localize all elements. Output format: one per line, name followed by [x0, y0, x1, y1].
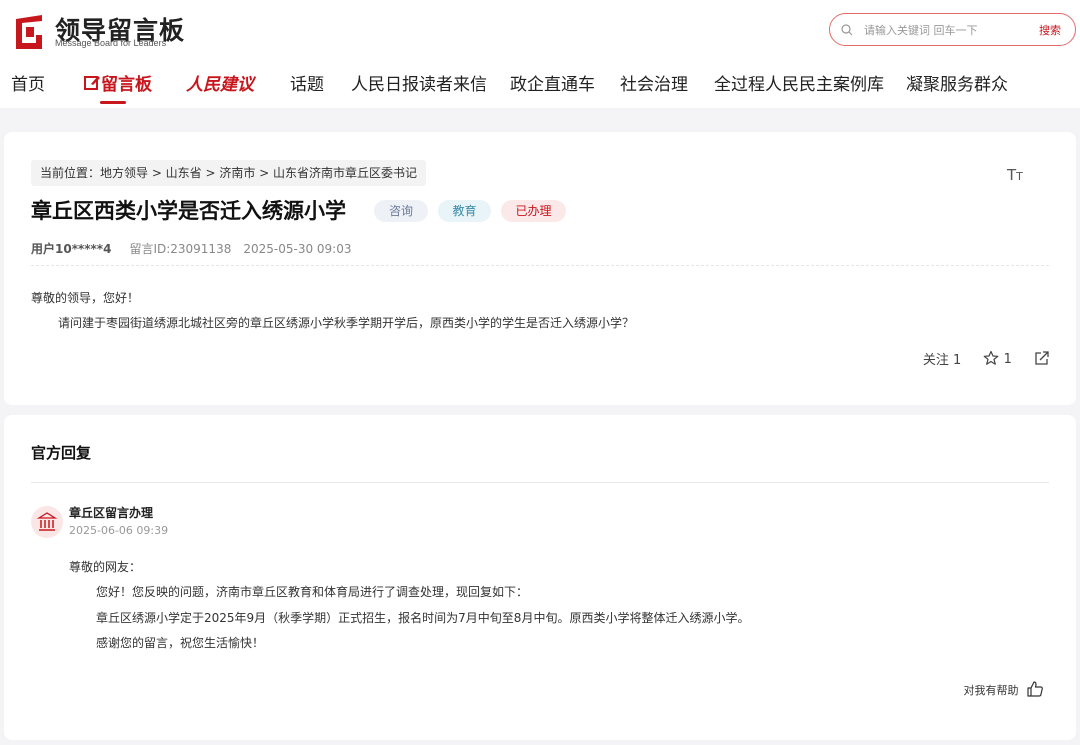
- nav-item-readers-letters[interactable]: 人民日报读者来信: [351, 70, 487, 95]
- search-icon: [841, 24, 853, 36]
- share-icon: [1035, 351, 1049, 365]
- tag-type: 咨询: [374, 200, 428, 222]
- reply-paragraph: 章丘区绣源小学定于2025年9月（秋季学期）正式招生，报名时间为7月中旬至8月中…: [96, 611, 750, 625]
- avatar: [31, 506, 63, 538]
- main-nav: 首页 留言板 人民建议 话题 人民日报读者来信 政企直通车 社会治理 全过程人民…: [0, 70, 1080, 104]
- divider: [31, 265, 1049, 266]
- star-count: 1: [1003, 352, 1012, 367]
- message-user: 用户10*****4: [31, 242, 112, 256]
- logo-subtitle: Message Board for Leaders: [55, 38, 167, 48]
- follow-button[interactable]: 关注 1: [923, 349, 961, 368]
- site-logo[interactable]: 领导留言板 Message Board for Leaders: [12, 12, 187, 52]
- nav-item-label: 留言板: [101, 75, 152, 95]
- edit-icon: [84, 76, 100, 90]
- message-meta: 用户10*****4 留言ID:23091138 2025-05-30 09:03: [31, 240, 351, 257]
- reply-datetime: 2025-06-06 09:39: [69, 524, 169, 537]
- reply-salutation: 尊敬的网友：: [69, 560, 142, 574]
- divider: [31, 482, 1049, 483]
- reply-org-name: 章丘区留言办理: [69, 506, 154, 520]
- nav-item-topics[interactable]: 话题: [290, 70, 324, 95]
- search-input[interactable]: [864, 21, 1034, 39]
- reply-card: 官方回复 章丘区留言办理 2025-06-06 09:39 尊敬的网友： 您好！…: [4, 415, 1076, 740]
- share-button[interactable]: [1034, 350, 1050, 367]
- logo-mark-icon: [16, 15, 42, 49]
- nav-item-people-suggestion[interactable]: 人民建议: [186, 70, 254, 95]
- message-body: 请问建于枣园街道绣源北城社区旁的章丘区绣源小学秋季学期开学后，原西类小学的学生是…: [58, 316, 635, 330]
- tag-category: 教育: [438, 200, 491, 222]
- star-button[interactable]: 1: [983, 350, 1012, 367]
- search-bar: 搜索: [829, 13, 1076, 46]
- message-card: 当前位置：地方领导 > 山东省 > 济南市 > 山东省济南市章丘区委书记 TT …: [4, 132, 1076, 405]
- nav-item-home[interactable]: 首页: [11, 70, 45, 95]
- text-size-icon[interactable]: TT: [1007, 166, 1023, 184]
- nav-item-social-governance[interactable]: 社会治理: [620, 70, 688, 95]
- breadcrumb: 当前位置：地方领导 > 山东省 > 济南市 > 山东省济南市章丘区委书记: [31, 160, 427, 186]
- search-button[interactable]: 搜索: [1039, 22, 1061, 38]
- reply-paragraph: 您好！您反映的问题，济南市章丘区教育和体育局进行了调查处理，现回复如下：: [96, 585, 529, 599]
- message-title: 章丘区西类小学是否迁入绣源小学: [31, 199, 346, 223]
- nav-item-democracy-cases[interactable]: 全过程人民民主案例库: [714, 70, 884, 95]
- site-header: 领导留言板 Message Board for Leaders 搜索 首页 留言…: [0, 0, 1080, 108]
- nav-active-indicator: [100, 101, 126, 104]
- message-id: 留言ID:23091138: [129, 242, 232, 256]
- nav-item-message-board[interactable]: 留言板: [83, 70, 152, 95]
- message-actions: 关注 1 1: [905, 349, 1050, 369]
- helpful-button[interactable]: 对我有帮助: [964, 680, 1045, 698]
- status-badge: 已办理: [501, 200, 566, 222]
- reply-paragraph: 感谢您的留言，祝您生活愉快！: [96, 636, 265, 650]
- helpful-label: 对我有帮助: [963, 684, 1019, 697]
- star-icon: [984, 350, 999, 365]
- message-datetime: 2025-05-30 09:03: [243, 242, 352, 256]
- message-greeting: 尊敬的领导，您好！: [31, 291, 140, 305]
- reply-section-title: 官方回复: [31, 444, 92, 462]
- thumbs-up-icon: [1027, 681, 1043, 697]
- nav-item-gov-enterprise[interactable]: 政企直通车: [510, 70, 595, 95]
- nav-item-serve-masses[interactable]: 凝聚服务群众: [906, 70, 1008, 95]
- government-building-icon: [36, 512, 58, 531]
